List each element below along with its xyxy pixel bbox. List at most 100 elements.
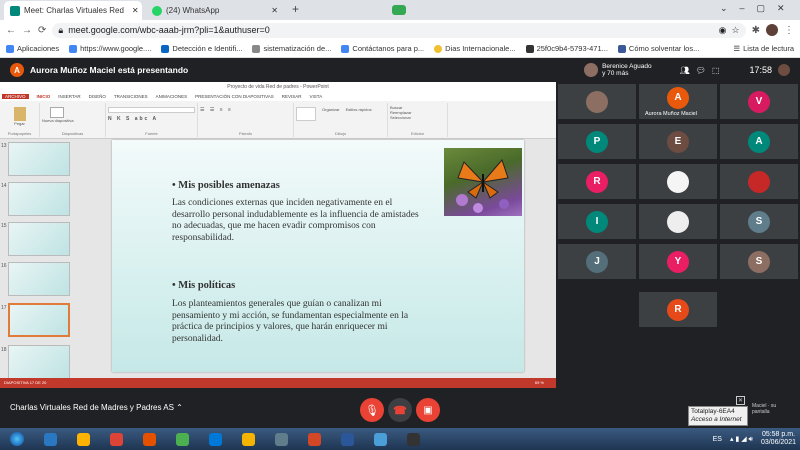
paragraph-icons[interactable]: ☰ ☰ ≡ ≡ xyxy=(200,107,291,113)
share-indicator-icon[interactable] xyxy=(392,5,406,15)
tray-icons[interactable]: ▴ ▮ ◢ 🔊︎ xyxy=(730,435,753,444)
language-indicator[interactable]: ES xyxy=(713,436,722,443)
slide-thumbnail[interactable] xyxy=(8,345,70,379)
bookmark-item[interactable]: Aplicaciones xyxy=(6,44,59,53)
shapes-icon[interactable] xyxy=(296,107,316,121)
participant-tile[interactable] xyxy=(558,84,636,119)
app-icon xyxy=(373,432,387,446)
participant-avatar xyxy=(667,210,689,233)
ppt-tab[interactable]: ANIMACIONES xyxy=(156,94,188,99)
participant-tile[interactable]: J xyxy=(558,244,636,279)
font-format-icons[interactable]: N K S abc A xyxy=(108,116,195,122)
activities-icon[interactable]: ⬚ xyxy=(712,66,720,75)
paste-icon[interactable] xyxy=(13,107,26,121)
slide-thumbnail[interactable] xyxy=(8,222,70,256)
ppt-tab[interactable]: VISTA xyxy=(310,94,323,99)
participant-tile[interactable]: R xyxy=(558,164,636,199)
bookmark-item[interactable]: Detección e Identifi... xyxy=(161,44,242,53)
taskbar-app-button[interactable] xyxy=(37,430,63,448)
camera-toggle-button[interactable]: ▣ xyxy=(416,398,440,422)
ribbon-group-paragraph: ☰ ☰ ≡ ≡ Párrafo xyxy=(198,103,294,137)
close-tab-icon[interactable]: ✕ xyxy=(132,6,139,15)
taskbar-app-button[interactable] xyxy=(367,430,393,448)
zoom-level[interactable]: 69 % xyxy=(535,378,544,388)
presenting-text: Aurora Muñoz Maciel está presentando xyxy=(30,65,189,75)
participant-tile[interactable] xyxy=(720,164,798,199)
participant-tile[interactable]: I xyxy=(558,204,636,239)
host-more: y 70 más xyxy=(602,70,629,77)
slide-thumbnail-selected[interactable] xyxy=(8,303,70,337)
window-controls[interactable]: ⌄–▢✕ xyxy=(720,3,797,14)
ppt-tab[interactable]: DISEÑO xyxy=(89,94,106,99)
taskbar-app-button[interactable] xyxy=(268,430,294,448)
ppt-tab[interactable]: TRANSICIONES xyxy=(114,94,148,99)
participant-tile[interactable]: A Aurora Muñoz Maciel xyxy=(639,84,717,119)
ribbon-group-editing: Buscar Reemplazar Seleccionar Edición xyxy=(388,103,448,137)
tab-meet[interactable]: Meet: Charlas Virtuales Red ✕ xyxy=(4,1,142,20)
profile-avatar[interactable] xyxy=(766,24,778,36)
clock-time: 17:58 xyxy=(749,65,772,75)
mic-toggle-button[interactable]: 🎙︎ xyxy=(360,398,384,422)
camera-icon[interactable]: ◉ xyxy=(719,25,727,36)
participant-tile[interactable]: E xyxy=(639,124,717,159)
participant-tile[interactable]: P xyxy=(558,124,636,159)
bookmark-item[interactable]: Dias Internacionale... xyxy=(434,44,516,53)
slide-heading-threats: • Mis posibles amenazas xyxy=(172,180,280,191)
bookmark-item[interactable]: Contáctanos para p... xyxy=(341,44,424,53)
bookmark-item[interactable]: https://www.google.... xyxy=(69,44,151,53)
participant-tile[interactable]: S xyxy=(720,244,798,279)
ppt-tab[interactable]: INICIO xyxy=(37,94,51,99)
reload-icon[interactable]: ⟳ xyxy=(38,25,46,36)
slide-thumbnail[interactable] xyxy=(8,142,70,176)
taskbar-app-button[interactable] xyxy=(169,430,195,448)
bookmark-item[interactable]: 25f0c9b4-5793-471... xyxy=(525,44,608,53)
participant-tile[interactable] xyxy=(639,204,717,239)
taskbar-app-button[interactable] xyxy=(334,430,360,448)
chat-icon[interactable]: 💬︎ xyxy=(696,66,706,75)
bookmark-item[interactable]: sistematización de... xyxy=(252,44,331,53)
omnibox[interactable]: 🔒︎ meet.google.com/wbc-aaab-jrm?pli=1&au… xyxy=(52,22,746,38)
tab-whatsapp[interactable]: (24) WhatsApp ✕ xyxy=(146,1,284,20)
star-icon[interactable]: ☆ xyxy=(732,25,740,36)
participant-tile[interactable]: R xyxy=(639,292,717,327)
participant-tile[interactable]: Y xyxy=(639,244,717,279)
file-icon xyxy=(525,44,534,53)
taskbar-app-button[interactable] xyxy=(400,430,426,448)
ppt-tab[interactable]: INSERTAR xyxy=(58,94,80,99)
back-icon[interactable]: ← xyxy=(6,25,16,36)
participant-avatar: A xyxy=(748,130,770,153)
hang-up-icon: ☎ xyxy=(393,404,407,417)
clock[interactable]: 05:58 p.m. 03/06/2021 xyxy=(761,431,796,447)
taskbar-app-button[interactable] xyxy=(202,430,228,448)
slide-thumbnail[interactable] xyxy=(8,182,70,216)
menu-icon[interactable]: ⋮ xyxy=(784,25,794,36)
ppt-tab[interactable]: REVISAR xyxy=(282,94,302,99)
ppt-tab[interactable]: ARCHIVO xyxy=(2,94,29,99)
taskbar-app-button[interactable] xyxy=(103,430,129,448)
meeting-name[interactable]: Charlas Virtuales Red de Madres y Padres… xyxy=(10,403,183,412)
participant-tile[interactable]: V xyxy=(720,84,798,119)
start-button[interactable] xyxy=(4,430,30,448)
reading-list-button[interactable]: ☰ Lista de lectura xyxy=(733,44,794,53)
font-select[interactable] xyxy=(108,107,195,113)
new-slide-icon[interactable] xyxy=(50,107,64,118)
bookmark-item[interactable]: Cómo solventar los... xyxy=(617,44,699,53)
close-popup-icon[interactable]: ✕ xyxy=(736,396,745,405)
participant-tile[interactable] xyxy=(639,164,717,199)
close-tab-icon[interactable]: ✕ xyxy=(271,6,278,15)
taskbar-app-button[interactable] xyxy=(70,430,96,448)
extensions-icon[interactable]: ✱ xyxy=(752,25,760,36)
taskbar-app-button[interactable] xyxy=(301,430,327,448)
leave-call-button[interactable]: ☎ xyxy=(388,398,412,422)
taskbar-app-button[interactable] xyxy=(136,430,162,448)
ppt-tab[interactable]: PRESENTACIÓN CON DIAPOSITIVAS xyxy=(195,94,274,99)
people-icon[interactable]: 👥︎ xyxy=(680,66,690,75)
new-tab-icon[interactable]: + xyxy=(292,2,299,16)
current-slide[interactable]: • Mis posibles amenazas Las condiciones … xyxy=(112,140,524,372)
forward-icon[interactable]: → xyxy=(22,25,32,36)
slide-thumbnail[interactable] xyxy=(8,262,70,296)
participant-tile[interactable]: A xyxy=(720,124,798,159)
taskbar-app-button[interactable] xyxy=(235,430,261,448)
participant-tile[interactable]: S xyxy=(720,204,798,239)
wifi-tooltip: Totalplay-6EA4 Acceso a Internet xyxy=(688,406,748,426)
